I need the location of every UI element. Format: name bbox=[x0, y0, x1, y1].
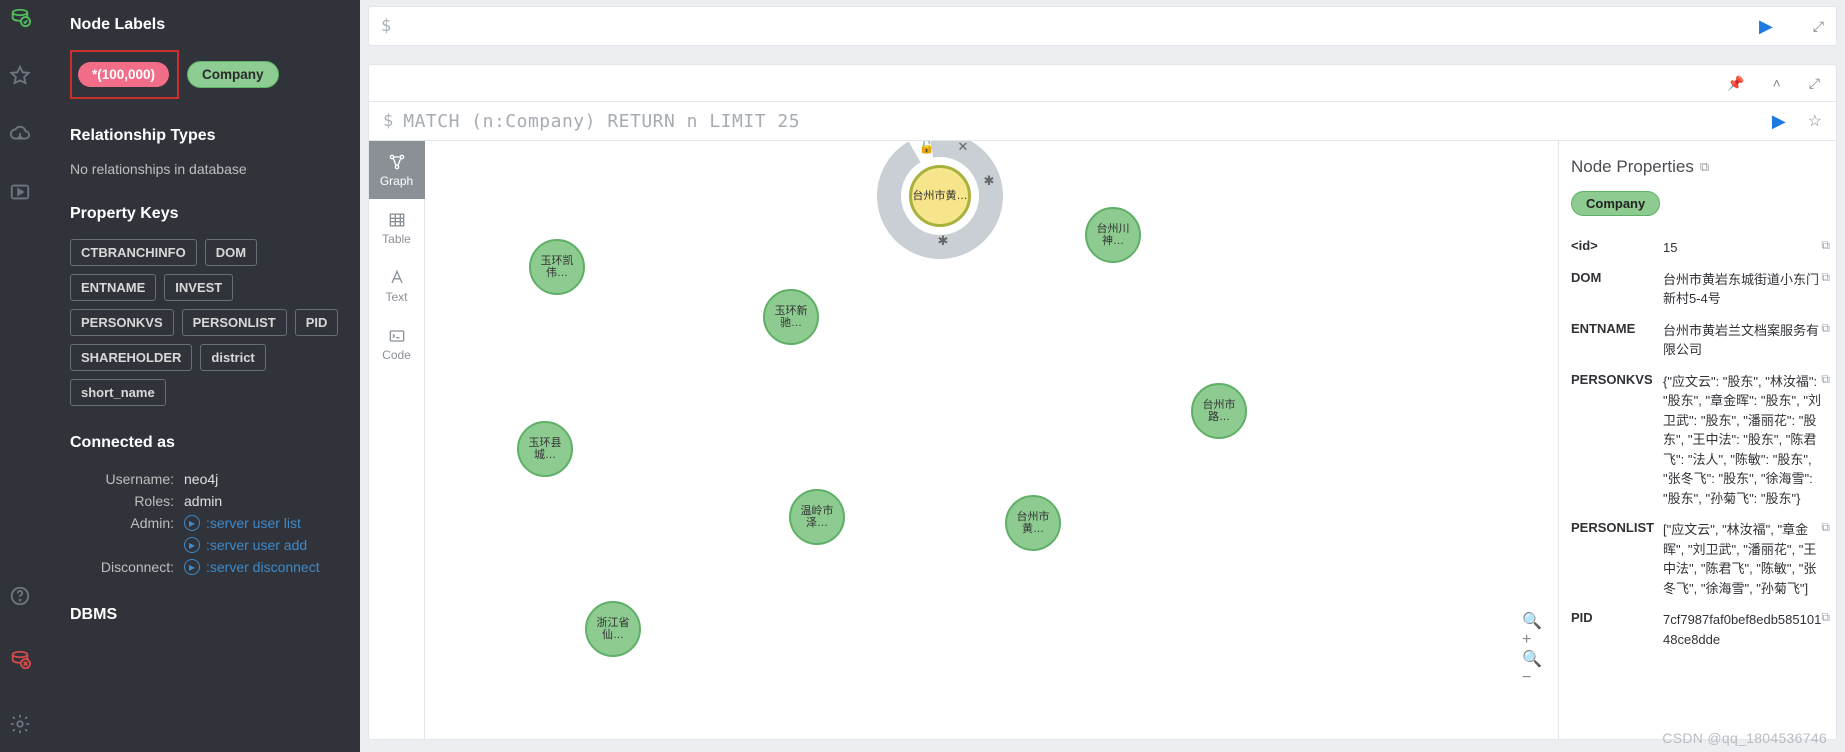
graph-node[interactable]: 玉环新驰… bbox=[763, 289, 819, 345]
tab-text[interactable]: Text bbox=[369, 257, 425, 315]
expand-editor-icon[interactable]: ⤢ bbox=[1813, 18, 1824, 35]
favorite-star-icon[interactable]: ☆ bbox=[1808, 111, 1822, 131]
dbms-heading: DBMS bbox=[70, 606, 340, 624]
play-rect-icon[interactable] bbox=[6, 178, 34, 206]
collapse-up-icon[interactable]: ˄ bbox=[1773, 75, 1781, 91]
pin-icon[interactable]: 📌 bbox=[1727, 75, 1744, 92]
copy-icon[interactable]: ⧉ bbox=[1821, 238, 1830, 253]
props-title: Node Properties bbox=[1571, 157, 1694, 177]
tab-code[interactable]: Code bbox=[369, 315, 425, 373]
all-nodes-pill[interactable]: *(100,000) bbox=[78, 62, 169, 87]
graph-node[interactable]: 温岭市泽… bbox=[789, 489, 845, 545]
graph-node[interactable]: 玉环县城… bbox=[517, 421, 573, 477]
sidebar: Node Labels *(100,000) Company Relations… bbox=[40, 0, 360, 752]
main-area: $ ▶ ⤢ 📌 ˄ ⤢ $ MATCH (n:Company) RETURN n… bbox=[360, 0, 1845, 752]
company-label-pill[interactable]: Company bbox=[187, 61, 279, 88]
watermark: CSDN @qq_1804536746 bbox=[1662, 730, 1827, 746]
roles-label: Roles: bbox=[78, 493, 184, 509]
zoom-out-button[interactable]: 🔍− bbox=[1522, 657, 1544, 679]
expand-node-icon[interactable]: ✱ bbox=[935, 233, 951, 249]
server-disconnect-link[interactable]: :server disconnect bbox=[184, 559, 320, 575]
property-key-chip[interactable]: ENTNAME bbox=[70, 274, 156, 301]
graph-canvas[interactable]: 台州市黄… 🔓 ✕ ✱ ✱ 玉环凯伟… 台州川神… 玉环新驰… 玉环县城… 台州… bbox=[425, 141, 1558, 739]
disconnect-label: Disconnect: bbox=[78, 559, 184, 575]
result-prompt: $ bbox=[383, 111, 393, 131]
server-user-add-link[interactable]: :server user add bbox=[184, 537, 307, 553]
property-key-chip[interactable]: DOM bbox=[205, 239, 257, 266]
close-icon[interactable]: ✕ bbox=[955, 141, 971, 155]
node-properties-panel: Node Properties ⧉ Company <id>15⧉ DOM台州市… bbox=[1558, 141, 1836, 739]
expand-result-icon[interactable]: ⤢ bbox=[1809, 75, 1820, 92]
cloud-download-icon[interactable] bbox=[6, 120, 34, 148]
props-label-pill[interactable]: Company bbox=[1571, 191, 1660, 216]
db-err-icon[interactable] bbox=[6, 646, 34, 674]
roles-value: admin bbox=[184, 493, 222, 509]
property-key-chip[interactable]: PERSONKVS bbox=[70, 309, 174, 336]
server-user-list-link[interactable]: :server user list bbox=[184, 515, 301, 531]
username-label: Username: bbox=[78, 471, 184, 487]
graph-rel-icon[interactable]: ✱ bbox=[981, 173, 997, 189]
username-value: neo4j bbox=[184, 471, 218, 487]
graph-node[interactable]: 台州川神… bbox=[1085, 207, 1141, 263]
copy-icon[interactable]: ⧉ bbox=[1821, 321, 1830, 336]
unlock-icon[interactable]: 🔓 bbox=[919, 141, 935, 155]
copy-icon[interactable]: ⧉ bbox=[1821, 610, 1830, 625]
copy-all-icon[interactable]: ⧉ bbox=[1700, 159, 1709, 175]
graph-node[interactable]: 台州市路… bbox=[1191, 383, 1247, 439]
graph-node[interactable]: 台州市黄… bbox=[1005, 495, 1061, 551]
rerun-button[interactable]: ▶ bbox=[1772, 111, 1786, 132]
property-key-chip[interactable]: district bbox=[200, 344, 265, 371]
tab-table[interactable]: Table bbox=[369, 199, 425, 257]
editor-bar[interactable]: $ ▶ ⤢ bbox=[368, 6, 1837, 46]
run-query-button[interactable]: ▶ bbox=[1759, 16, 1773, 37]
copy-icon[interactable]: ⧉ bbox=[1821, 520, 1830, 535]
node-labels-heading: Node Labels bbox=[70, 16, 340, 34]
property-key-chip[interactable]: PID bbox=[295, 309, 339, 336]
help-icon[interactable] bbox=[6, 582, 34, 610]
executed-query: MATCH (n:Company) RETURN n LIMIT 25 bbox=[403, 111, 800, 132]
property-key-chip[interactable]: CTBRANCHINFO bbox=[70, 239, 197, 266]
graph-node[interactable]: 浙江省仙… bbox=[585, 601, 641, 657]
admin-label: Admin: bbox=[78, 515, 184, 531]
tab-graph[interactable]: Graph bbox=[369, 141, 425, 199]
red-highlight-box: *(100,000) bbox=[70, 50, 179, 99]
gear-icon[interactable] bbox=[6, 710, 34, 738]
zoom-in-button[interactable]: 🔍+ bbox=[1522, 619, 1544, 641]
relationship-types-heading: Relationship Types bbox=[70, 127, 340, 145]
icon-rail bbox=[0, 0, 40, 752]
property-key-chip[interactable]: SHAREHOLDER bbox=[70, 344, 192, 371]
property-key-chip[interactable]: INVEST bbox=[164, 274, 233, 301]
property-key-chip[interactable]: PERSONLIST bbox=[182, 309, 287, 336]
property-keys-heading: Property Keys bbox=[70, 205, 340, 223]
graph-node[interactable]: 玉环凯伟… bbox=[529, 239, 585, 295]
connected-as-heading: Connected as bbox=[70, 434, 340, 452]
result-pane: 📌 ˄ ⤢ $ MATCH (n:Company) RETURN n LIMIT… bbox=[368, 64, 1837, 740]
viz-tab-rail: Graph Table Text Code bbox=[369, 141, 425, 739]
no-relationships-msg: No relationships in database bbox=[70, 161, 340, 177]
db-ok-icon[interactable] bbox=[6, 4, 34, 32]
star-icon[interactable] bbox=[6, 62, 34, 90]
editor-prompt: $ bbox=[381, 16, 391, 36]
property-key-chip[interactable]: short_name bbox=[70, 379, 166, 406]
copy-icon[interactable]: ⧉ bbox=[1821, 270, 1830, 285]
copy-icon[interactable]: ⧉ bbox=[1821, 372, 1830, 387]
